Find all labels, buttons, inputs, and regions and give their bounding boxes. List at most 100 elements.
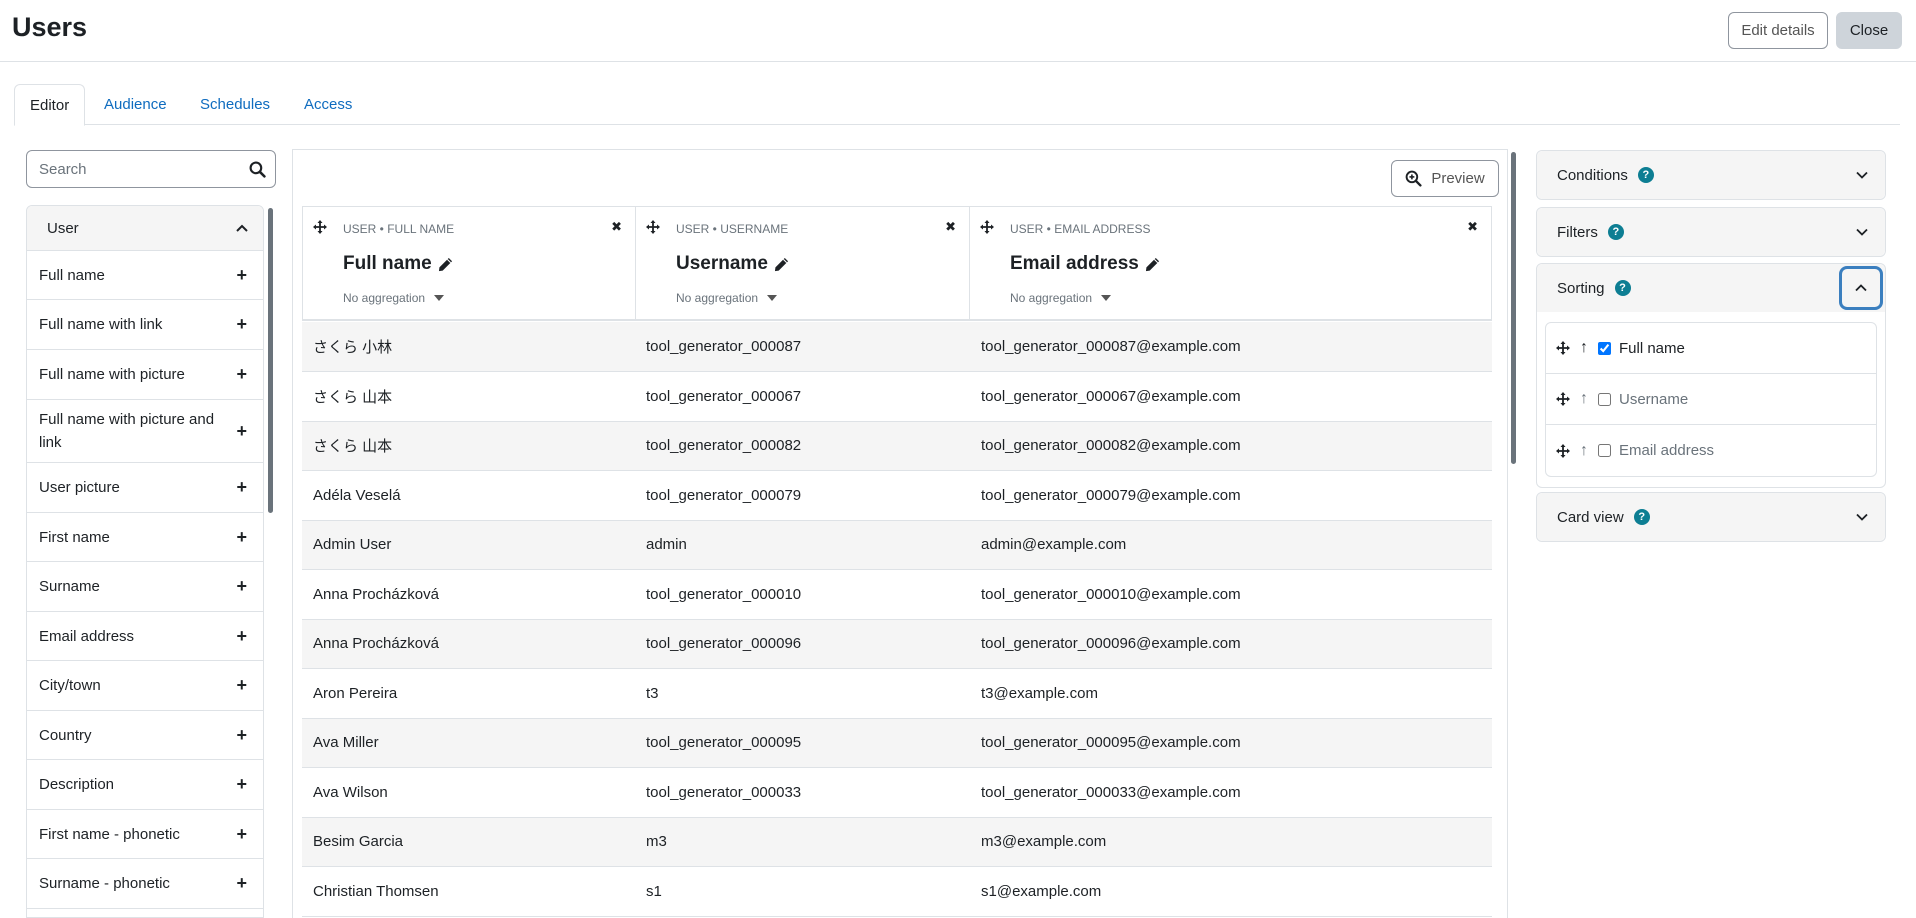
zoom-in-icon [1405,170,1422,187]
field-item-label: Description [39,776,115,793]
help-icon[interactable]: ? [1637,167,1654,183]
plus-icon: + [236,724,247,745]
cell-full-name: Aron Pereira [302,668,635,719]
sort-checkbox[interactable] [1598,392,1611,406]
aggregation-dropdown[interactable]: No aggregation [676,291,778,305]
cell-username: t3 [635,668,970,719]
field-item-description[interactable]: Description + [27,760,263,810]
chevron-down-icon[interactable] [1855,168,1869,182]
move-icon[interactable] [313,220,327,234]
filters-header[interactable]: Filters ? [1537,208,1885,256]
field-group-label: User [47,219,79,237]
field-item-full-name[interactable]: Full name + [27,251,263,300]
tab-schedules[interactable]: Schedules [200,84,270,125]
field-item-surname[interactable]: Surname + [27,562,263,612]
column-title-text: Username [676,253,768,274]
field-item-label: Full name with link [39,316,163,333]
field-item-user-picture[interactable]: User picture + [27,463,263,513]
field-item-first-name[interactable]: First name + [27,513,263,562]
cell-email-address: admin@example.com [970,520,1492,570]
conditions-label: Conditions [1557,166,1628,184]
field-group-header[interactable]: User [27,206,263,251]
remove-column-icon[interactable]: ✖ [945,219,956,235]
remove-column-icon[interactable]: ✖ [611,219,622,235]
column-title[interactable]: Full name [343,253,453,275]
cell-username: tool_generator_000095 [635,718,970,768]
search-input[interactable] [27,151,237,187]
aggregation-dropdown[interactable]: No aggregation [343,291,445,305]
table-row: さくら 山本 tool_generator_000082 tool_generato… [302,421,1492,471]
preview-button[interactable]: Preview [1391,160,1499,197]
field-item-email-address[interactable]: Email address + [27,612,263,661]
pencil-icon[interactable] [774,257,789,272]
cell-email-address: tool_generator_000095@example.com [970,718,1492,768]
field-item-surname-phonetic[interactable]: Surname - phonetic + [27,859,263,909]
field-item-label: First name [39,528,110,546]
help-icon[interactable]: ? [1633,509,1650,525]
tab-audience[interactable]: Audience [104,84,167,125]
tab-access[interactable]: Access [304,84,352,125]
help-icon[interactable]: ? [1607,224,1624,240]
sidebar-scrollbar[interactable] [268,208,273,513]
collapse-sorting-button[interactable] [1839,266,1883,310]
field-item-first-name-phonetic[interactable]: First name - phonetic + [27,810,263,859]
report-editor: Preview USER • FULL NAME ✖ Full name No … [292,149,1508,918]
field-item-city-town[interactable]: City/town + [27,661,263,711]
cell-username: s1 [635,866,970,917]
table-row: Adéla Veselá tool_generator_000079 tool_ge… [302,470,1492,521]
pencil-icon[interactable] [438,257,453,272]
edit-details-button[interactable]: Edit details [1728,12,1828,49]
search-icon[interactable] [249,161,266,178]
page-title: Users [12,12,88,42]
sort-ascending-icon[interactable]: ↑ [1580,390,1588,408]
table-row: Ava Miller tool_generator_000095 tool_gene… [302,718,1492,768]
pencil-icon[interactable] [1145,257,1160,272]
cell-email-address: t3@example.com [970,668,1492,719]
move-icon[interactable] [1556,392,1570,406]
chevron-up-icon[interactable] [235,221,249,235]
search-box [26,150,276,188]
field-item-full-name-with-picture[interactable]: Full name with picture + [27,350,263,400]
column-header-row: USER • FULL NAME ✖ Full name No aggregat… [302,206,1492,321]
sort-ascending-icon[interactable]: ↑ [1580,442,1588,460]
close-button[interactable]: Close [1836,12,1902,49]
move-icon[interactable] [980,220,994,234]
sorting-header: Sorting ? [1537,264,1885,312]
table-row: Ava Wilson tool_generator_000033 tool_gene… [302,767,1492,818]
table-row: さくら 山本 tool_generator_000067 tool_generato… [302,371,1492,422]
move-icon[interactable] [646,220,660,234]
conditions-card: Conditions ? [1536,150,1886,200]
cell-full-name: Admin User [302,520,635,570]
move-icon[interactable] [1556,443,1570,458]
field-list: User Full name + Full name with link + Ful… [26,205,264,918]
remove-column-icon[interactable]: ✖ [1467,219,1478,235]
aggregation-label: No aggregation [676,291,759,305]
column-title[interactable]: Username [676,253,789,275]
sort-ascending-icon[interactable]: ↑ [1580,339,1588,357]
column-title-text: Email address [1010,253,1139,274]
field-item-country[interactable]: Country + [27,711,263,760]
field-item-label: First name - phonetic [39,825,180,843]
help-icon[interactable]: ? [1614,280,1631,296]
sort-item-email-address: ↑ Email address [1546,425,1876,476]
card-view-header[interactable]: Card view ? [1537,493,1885,541]
chevron-down-icon[interactable] [1855,510,1869,524]
sort-checkbox[interactable] [1598,341,1611,355]
table-row: Christian Thomsen s1 s1@example.com [302,866,1492,917]
cell-username: admin [635,520,970,570]
cell-full-name: Ava Miller [302,718,635,768]
move-icon[interactable] [1556,341,1570,355]
field-item-full-name-with-link[interactable]: Full name with link + [27,300,263,350]
chevron-down-icon[interactable] [1855,225,1869,239]
sort-list: ↑ Full name ↑ Username ↑ Email address [1545,322,1877,477]
table-row: さくら 小林 tool_generator_000087 tool_generato… [302,322,1492,372]
sorting-card: Sorting ? ↑ Full name ↑ Username ↑ Email… [1536,263,1886,488]
report-scrollbar[interactable] [1511,152,1516,464]
conditions-header[interactable]: Conditions ? [1537,151,1885,199]
cell-username: tool_generator_000010 [635,569,970,620]
column-title[interactable]: Email address [1010,253,1160,275]
tab-editor[interactable]: Editor [14,84,86,126]
sort-checkbox[interactable] [1598,444,1611,457]
aggregation-dropdown[interactable]: No aggregation [1010,291,1112,305]
field-item-full-name-with-picture-and-link[interactable]: Full name with picture and link + [27,400,263,463]
